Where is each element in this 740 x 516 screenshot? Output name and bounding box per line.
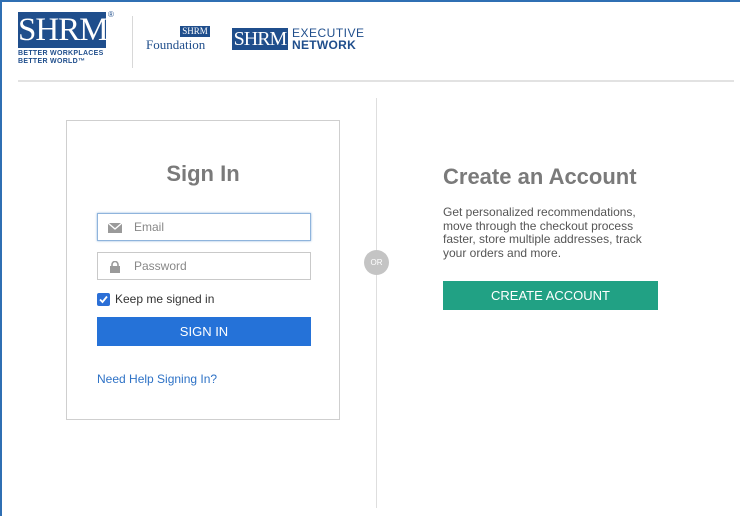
email-input[interactable] <box>134 217 304 237</box>
password-field[interactable] <box>97 252 311 280</box>
header-divider <box>18 80 734 82</box>
email-field[interactable] <box>97 213 311 241</box>
registered-mark: ® <box>108 10 114 19</box>
shrm-logo-mark: SHRM <box>18 12 109 48</box>
create-account-title: Create an Account <box>443 164 637 189</box>
create-account-description: Get personalized recommendations, move t… <box>443 205 642 260</box>
shrm-executive-network-logo[interactable]: SHRM EXECUTIVE NETWORK <box>232 24 372 54</box>
keep-signed-in-checkbox[interactable] <box>97 292 110 306</box>
header: SHRM ® BETTER WORKPLACES BETTER WORLD™ S… <box>10 8 730 72</box>
foundation-logo-text: Foundation <box>146 37 206 52</box>
shrm-tagline-line-2: BETTER WORLD™ <box>18 58 86 65</box>
logo-divider <box>132 16 133 68</box>
envelope-icon <box>107 221 123 233</box>
exec-logo-line-2: NETWORK <box>292 38 357 52</box>
signin-title: Sign In <box>166 161 240 186</box>
shrm-logo[interactable]: SHRM ® BETTER WORKPLACES BETTER WORLD™ <box>18 10 128 72</box>
shrm-tagline: BETTER WORKPLACES BETTER WORLD™ <box>18 50 104 66</box>
keep-signed-in-label: Keep me signed in <box>115 292 215 306</box>
create-account-button[interactable]: CREATE ACCOUNT <box>443 281 658 310</box>
foundation-logo-mark: SHRM <box>180 26 210 37</box>
or-badge: OR <box>364 250 389 275</box>
sign-in-button[interactable]: SIGN IN <box>97 317 311 346</box>
shrm-tagline-line-1: BETTER WORKPLACES <box>18 50 104 57</box>
need-help-link[interactable]: Need Help Signing In? <box>97 372 217 386</box>
checkmark-icon <box>99 295 108 303</box>
lock-icon <box>108 260 122 273</box>
password-input[interactable] <box>134 256 304 276</box>
shrm-foundation-logo[interactable]: SHRM Foundation <box>146 26 216 56</box>
keep-signed-in[interactable]: Keep me signed in <box>97 291 214 307</box>
signin-card: Sign In Keep me signed in SIGN IN Need H… <box>66 120 340 420</box>
exec-logo-mark: SHRM <box>232 28 288 50</box>
or-divider-line <box>376 98 377 508</box>
